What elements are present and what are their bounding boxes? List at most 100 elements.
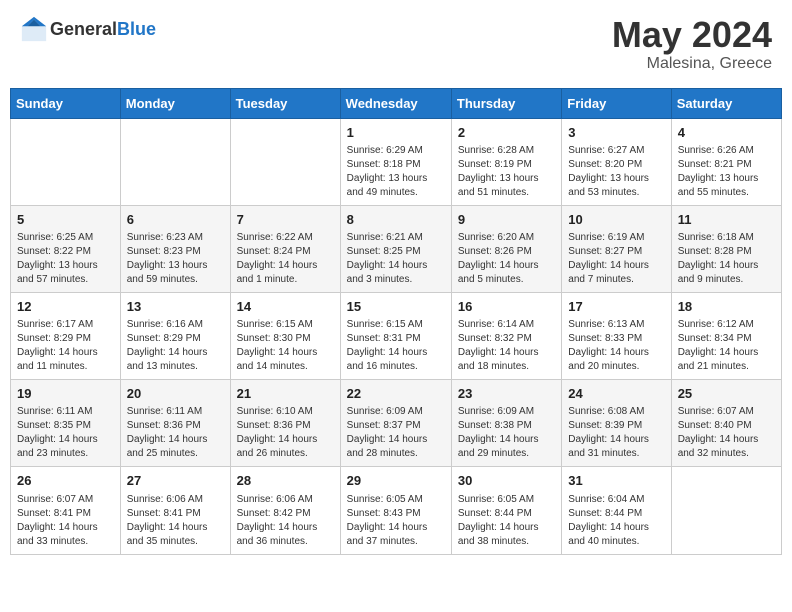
day-info: Sunrise: 6:11 AM Sunset: 8:35 PM Dayligh… <box>17 405 114 461</box>
weekday-header-monday: Monday <box>120 88 230 118</box>
day-cell: 9Sunrise: 6:20 AM Sunset: 8:26 PM Daylig… <box>451 205 561 292</box>
weekday-header-wednesday: Wednesday <box>340 88 451 118</box>
logo: GeneralBlue <box>20 15 156 43</box>
day-info: Sunrise: 6:17 AM Sunset: 8:29 PM Dayligh… <box>17 318 114 374</box>
week-row-1: 1 Sunrise: 6:29 AM Sunset: 8:18 PM Daylig… <box>11 118 782 205</box>
day-number: 18 <box>678 298 775 316</box>
day-cell: 13 Sunrise: 6:16 AM Sunset: 8:29 PM Dayli… <box>120 292 230 379</box>
logo-blue: Blue <box>117 19 156 39</box>
weekday-header-thursday: Thursday <box>451 88 561 118</box>
day-number: 8 <box>347 211 445 229</box>
day-cell <box>230 118 340 205</box>
day-info: Sunrise: 6:25 AM Sunset: 8:22 PM Dayligh… <box>17 231 114 287</box>
day-cell: 15 Sunrise: 6:15 AM Sunset: 8:31 PM Dayli… <box>340 292 451 379</box>
day-info: Sunrise: 6:11 AM Sunset: 8:36 PM Dayligh… <box>127 405 224 461</box>
day-cell: 16 Sunrise: 6:14 AM Sunset: 8:32 PM Dayli… <box>451 292 561 379</box>
day-number: 28 <box>237 472 334 490</box>
day-info: Sunrise: 6:29 AM Sunset: 8:18 PM Dayligh… <box>347 144 445 200</box>
day-info: Sunrise: 6:19 AM Sunset: 8:27 PM Dayligh… <box>568 231 664 287</box>
day-info: Sunrise: 6:27 AM Sunset: 8:20 PM Dayligh… <box>568 144 664 200</box>
day-info: Sunrise: 6:09 AM Sunset: 8:38 PM Dayligh… <box>458 405 555 461</box>
logo-general: General <box>50 19 117 39</box>
day-info: Sunrise: 6:05 AM Sunset: 8:44 PM Dayligh… <box>458 493 555 549</box>
week-row-5: 26 Sunrise: 6:07 AM Sunset: 8:41 PM Dayli… <box>11 467 782 554</box>
day-info: Sunrise: 6:06 AM Sunset: 8:42 PM Dayligh… <box>237 493 334 549</box>
day-cell <box>11 118 121 205</box>
day-cell: 12 Sunrise: 6:17 AM Sunset: 8:29 PM Dayli… <box>11 292 121 379</box>
day-cell: 2Sunrise: 6:28 AM Sunset: 8:19 PM Daylig… <box>451 118 561 205</box>
day-cell: 6 Sunrise: 6:23 AM Sunset: 8:23 PM Daylig… <box>120 205 230 292</box>
day-cell <box>120 118 230 205</box>
day-number: 26 <box>17 472 114 490</box>
month-title: May 2024 <box>612 15 772 55</box>
day-number: 15 <box>347 298 445 316</box>
day-cell: 20 Sunrise: 6:11 AM Sunset: 8:36 PM Dayli… <box>120 380 230 467</box>
day-number: 27 <box>127 472 224 490</box>
day-number: 20 <box>127 385 224 403</box>
week-row-3: 12 Sunrise: 6:17 AM Sunset: 8:29 PM Dayli… <box>11 292 782 379</box>
page-header: GeneralBlue May 2024 Malesina, Greece <box>10 10 782 78</box>
day-info: Sunrise: 6:09 AM Sunset: 8:37 PM Dayligh… <box>347 405 445 461</box>
day-cell: 27Sunrise: 6:06 AM Sunset: 8:41 PM Dayli… <box>120 467 230 554</box>
day-cell: 30 Sunrise: 6:05 AM Sunset: 8:44 PM Dayli… <box>451 467 561 554</box>
day-info: Sunrise: 6:14 AM Sunset: 8:32 PM Dayligh… <box>458 318 555 374</box>
day-info: Sunrise: 6:07 AM Sunset: 8:41 PM Dayligh… <box>17 493 114 549</box>
day-info: Sunrise: 6:26 AM Sunset: 8:21 PM Dayligh… <box>678 144 775 200</box>
day-info: Sunrise: 6:23 AM Sunset: 8:23 PM Dayligh… <box>127 231 224 287</box>
day-cell <box>671 467 781 554</box>
day-number: 3 <box>568 124 664 142</box>
day-number: 16 <box>458 298 555 316</box>
day-info: Sunrise: 6:20 AM Sunset: 8:26 PM Dayligh… <box>458 231 555 287</box>
day-number: 19 <box>17 385 114 403</box>
day-info: Sunrise: 6:16 AM Sunset: 8:29 PM Dayligh… <box>127 318 224 374</box>
week-row-4: 19 Sunrise: 6:11 AM Sunset: 8:35 PM Dayli… <box>11 380 782 467</box>
day-cell: 8Sunrise: 6:21 AM Sunset: 8:25 PM Daylig… <box>340 205 451 292</box>
day-info: Sunrise: 6:28 AM Sunset: 8:19 PM Dayligh… <box>458 144 555 200</box>
weekday-header-row: SundayMondayTuesdayWednesdayThursdayFrid… <box>11 88 782 118</box>
day-cell: 14 Sunrise: 6:15 AM Sunset: 8:30 PM Dayli… <box>230 292 340 379</box>
week-row-2: 5 Sunrise: 6:25 AM Sunset: 8:22 PM Daylig… <box>11 205 782 292</box>
day-info: Sunrise: 6:15 AM Sunset: 8:31 PM Dayligh… <box>347 318 445 374</box>
day-number: 30 <box>458 472 555 490</box>
day-cell: 10 Sunrise: 6:19 AM Sunset: 8:27 PM Dayli… <box>562 205 671 292</box>
calendar-table: SundayMondayTuesdayWednesdayThursdayFrid… <box>10 88 782 555</box>
day-number: 13 <box>127 298 224 316</box>
day-number: 22 <box>347 385 445 403</box>
day-cell: 18 Sunrise: 6:12 AM Sunset: 8:34 PM Dayli… <box>671 292 781 379</box>
day-cell: 22 Sunrise: 6:09 AM Sunset: 8:37 PM Dayli… <box>340 380 451 467</box>
day-cell: 29Sunrise: 6:05 AM Sunset: 8:43 PM Dayli… <box>340 467 451 554</box>
day-cell: 24 Sunrise: 6:08 AM Sunset: 8:39 PM Dayli… <box>562 380 671 467</box>
day-number: 6 <box>127 211 224 229</box>
day-cell: 23Sunrise: 6:09 AM Sunset: 8:38 PM Dayli… <box>451 380 561 467</box>
day-info: Sunrise: 6:12 AM Sunset: 8:34 PM Dayligh… <box>678 318 775 374</box>
day-info: Sunrise: 6:08 AM Sunset: 8:39 PM Dayligh… <box>568 405 664 461</box>
day-number: 11 <box>678 211 775 229</box>
day-cell: 11 Sunrise: 6:18 AM Sunset: 8:28 PM Dayli… <box>671 205 781 292</box>
day-number: 31 <box>568 472 664 490</box>
day-number: 25 <box>678 385 775 403</box>
logo-icon <box>20 15 48 43</box>
day-number: 29 <box>347 472 445 490</box>
day-info: Sunrise: 6:07 AM Sunset: 8:40 PM Dayligh… <box>678 405 775 461</box>
day-number: 5 <box>17 211 114 229</box>
day-number: 14 <box>237 298 334 316</box>
day-number: 17 <box>568 298 664 316</box>
day-cell: 3 Sunrise: 6:27 AM Sunset: 8:20 PM Daylig… <box>562 118 671 205</box>
day-number: 21 <box>237 385 334 403</box>
day-cell: 28 Sunrise: 6:06 AM Sunset: 8:42 PM Dayli… <box>230 467 340 554</box>
day-number: 24 <box>568 385 664 403</box>
day-cell: 4 Sunrise: 6:26 AM Sunset: 8:21 PM Daylig… <box>671 118 781 205</box>
day-number: 12 <box>17 298 114 316</box>
day-cell: 26 Sunrise: 6:07 AM Sunset: 8:41 PM Dayli… <box>11 467 121 554</box>
day-info: Sunrise: 6:18 AM Sunset: 8:28 PM Dayligh… <box>678 231 775 287</box>
day-cell: 7Sunrise: 6:22 AM Sunset: 8:24 PM Daylig… <box>230 205 340 292</box>
day-number: 4 <box>678 124 775 142</box>
day-info: Sunrise: 6:15 AM Sunset: 8:30 PM Dayligh… <box>237 318 334 374</box>
day-info: Sunrise: 6:10 AM Sunset: 8:36 PM Dayligh… <box>237 405 334 461</box>
weekday-header-sunday: Sunday <box>11 88 121 118</box>
logo-text: GeneralBlue <box>50 19 156 40</box>
day-number: 10 <box>568 211 664 229</box>
weekday-header-tuesday: Tuesday <box>230 88 340 118</box>
day-cell: 17Sunrise: 6:13 AM Sunset: 8:33 PM Dayli… <box>562 292 671 379</box>
day-number: 1 <box>347 124 445 142</box>
